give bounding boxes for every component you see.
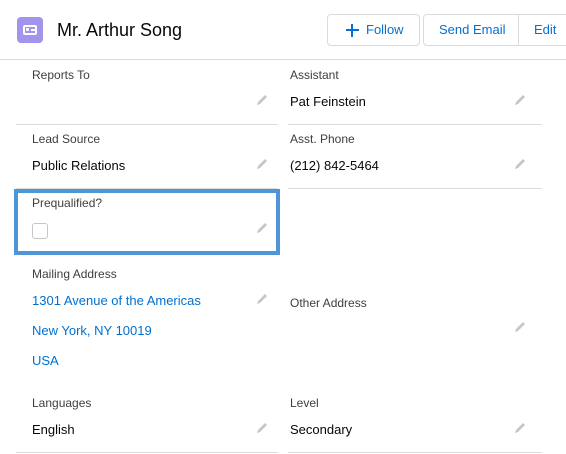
send-email-button[interactable]: Send Email	[423, 14, 519, 46]
edit-prequalified-pencil-icon[interactable]	[255, 221, 269, 235]
divider	[288, 452, 542, 453]
assistant-label: Assistant	[290, 68, 339, 82]
edit-assistant-pencil-icon[interactable]	[513, 93, 527, 107]
mailing-address-line3[interactable]: USA	[32, 352, 59, 370]
asst-phone-label: Asst. Phone	[290, 132, 355, 146]
edit-other-address-pencil-icon[interactable]	[513, 320, 527, 334]
prequalified-checkbox[interactable]	[32, 223, 48, 239]
edit-level-pencil-icon[interactable]	[513, 421, 527, 435]
edit-asst-phone-pencil-icon[interactable]	[513, 157, 527, 171]
mailing-address-line2[interactable]: New York, NY 10019	[32, 322, 152, 340]
level-label: Level	[290, 396, 319, 410]
languages-value: English	[32, 422, 75, 437]
divider	[288, 124, 542, 125]
follow-button[interactable]: Follow	[327, 14, 420, 46]
edit-lead-source-pencil-icon[interactable]	[255, 157, 269, 171]
reports-to-label: Reports To	[32, 68, 90, 82]
asst-phone-value: (212) 842-5464	[290, 158, 379, 173]
mailing-address-line1[interactable]: 1301 Avenue of the Americas	[32, 292, 201, 310]
assistant-value: Pat Feinstein	[290, 94, 366, 109]
record-title: Mr. Arthur Song	[57, 20, 183, 40]
languages-label: Languages	[32, 396, 92, 410]
divider	[288, 188, 542, 189]
plus-icon	[346, 24, 359, 37]
record-header: Mr. Arthur Song Follow Send Email Edit	[0, 0, 566, 60]
lead-source-value: Public Relations	[32, 158, 126, 173]
divider	[16, 124, 278, 125]
level-value: Secondary	[290, 422, 353, 437]
edit-languages-pencil-icon[interactable]	[255, 421, 269, 435]
action-buttons: Follow Send Email Edit	[327, 14, 566, 46]
mailing-address-label: Mailing Address	[32, 267, 117, 281]
follow-label: Follow	[366, 22, 404, 37]
prequalified-label: Prequalified?	[32, 196, 103, 210]
divider	[16, 452, 278, 453]
lead-source-label: Lead Source	[32, 132, 101, 146]
edit-reports-to-pencil-icon[interactable]	[255, 93, 269, 107]
edit-button[interactable]: Edit	[518, 14, 566, 46]
other-address-label: Other Address	[290, 296, 367, 310]
edit-mailing-address-pencil-icon[interactable]	[255, 292, 269, 306]
contact-card-icon	[17, 17, 43, 43]
